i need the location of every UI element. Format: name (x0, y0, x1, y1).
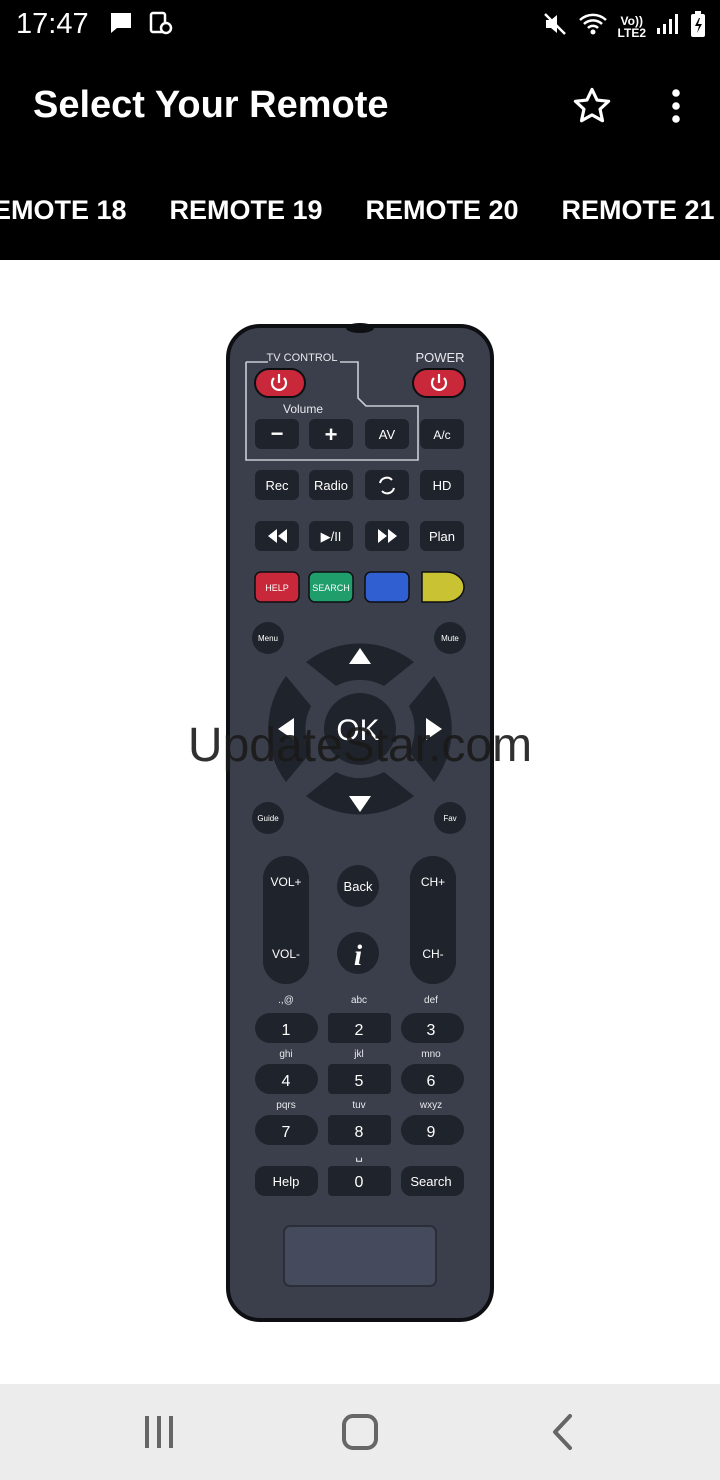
key-9-label: 9 (427, 1124, 436, 1141)
favorite-button[interactable] (568, 82, 616, 130)
remote-view: TV CONTROL POWER Volume − + AV A/c Rec R… (0, 260, 720, 1384)
radio-label: Radio (314, 478, 348, 493)
fav-label: Fav (443, 814, 456, 823)
blue-button[interactable] (364, 571, 410, 603)
help-label: Help (273, 1174, 300, 1189)
key-7-label: 7 (282, 1124, 291, 1141)
ir-sensor (346, 323, 374, 333)
key-8-label: 8 (355, 1124, 364, 1141)
status-time: 17:47 (16, 8, 89, 40)
minus-label: − (271, 421, 284, 446)
watermark-text: UpdateStar.com (187, 719, 533, 772)
ch-minus-label: CH- (422, 947, 443, 961)
menu-label: Menu (258, 634, 278, 643)
navigation-bar (0, 1384, 720, 1480)
volume-label: Volume (283, 402, 323, 416)
back-label: Back (344, 879, 373, 894)
remote-bottom-panel (283, 1225, 437, 1287)
rewind-button[interactable] (255, 521, 299, 551)
tab-remote-19[interactable]: REMOTE 19 (148, 160, 344, 260)
key-0-label: 0 (355, 1174, 364, 1191)
ch-plus-label: CH+ (421, 875, 445, 889)
volte-indicator: Vo)) LTE2 (618, 15, 646, 39)
key-2-label: 2 (355, 1022, 364, 1039)
key-7-letters: pqrs (276, 1100, 295, 1111)
volte-top-label: Vo)) (620, 13, 643, 28)
power-label: POWER (415, 350, 464, 365)
search-label: Search (410, 1174, 451, 1189)
home-button[interactable] (330, 1406, 390, 1458)
fast-forward-button[interactable] (365, 521, 409, 551)
more-vert-icon (672, 89, 680, 123)
volte-bottom-label: LTE2 (617, 25, 646, 40)
status-bar: 17:47 Vo)) LTE2 (0, 0, 720, 50)
mute-label: Mute (441, 634, 459, 643)
more-options-button[interactable] (656, 82, 696, 130)
ac-label: A/c (433, 428, 450, 442)
recents-button[interactable] (129, 1406, 189, 1458)
plan-label: Plan (429, 529, 455, 544)
key-4-letters: ghi (279, 1049, 292, 1060)
back-icon (553, 1414, 572, 1450)
home-icon (342, 1414, 378, 1450)
key-4-label: 4 (282, 1073, 291, 1090)
refresh-button[interactable] (365, 470, 409, 500)
tv-power-button[interactable] (254, 368, 306, 398)
tab-remote-20[interactable]: REMOTE 20 (344, 160, 540, 260)
key-8-letters: tuv (352, 1100, 365, 1111)
plus-label: + (325, 422, 338, 447)
recents-icon (145, 1416, 173, 1448)
yellow-button[interactable] (421, 571, 465, 603)
tab-remote-21[interactable]: REMOTE 21 (540, 160, 720, 260)
key-9-letters: wxyz (419, 1100, 442, 1111)
page-title: Select Your Remote (33, 84, 389, 126)
remote-tabs: REMOTE 18 REMOTE 19 REMOTE 20 REMOTE 21 (0, 160, 720, 260)
screenshot-icon (148, 10, 174, 41)
key-1-label: 1 (282, 1022, 291, 1039)
key-5-letters: jkl (353, 1049, 363, 1060)
star-icon (573, 87, 611, 123)
info-label: i (354, 939, 363, 972)
key-1-letters: .,@ (278, 995, 294, 1006)
vol-minus-label: VOL- (272, 947, 300, 961)
hd-label: HD (433, 478, 452, 493)
battery-charging-icon (690, 10, 706, 43)
tab-remote-18[interactable]: REMOTE 18 (0, 160, 148, 260)
search-green-label: SEARCH (312, 583, 350, 593)
av-label: AV (379, 427, 396, 442)
mute-icon (542, 11, 568, 42)
app-bar: Select Your Remote (0, 50, 720, 160)
remote-image: TV CONTROL POWER Volume − + AV A/c Rec R… (226, 323, 494, 1322)
wifi-icon (578, 11, 608, 42)
space-symbol: ␣ (355, 1148, 363, 1162)
signal-icon (656, 11, 680, 42)
key-3-label: 3 (427, 1022, 436, 1039)
key-3-letters: def (424, 995, 438, 1006)
play-pause-label: ▶/II (321, 529, 342, 544)
vol-plus-label: VOL+ (270, 875, 301, 889)
tv-control-label: TV CONTROL (267, 352, 338, 364)
key-2-letters: abc (351, 995, 367, 1006)
power-button[interactable] (412, 368, 466, 398)
rec-label: Rec (265, 478, 289, 493)
guide-label: Guide (257, 814, 279, 823)
key-5-label: 5 (355, 1073, 364, 1090)
message-icon (108, 10, 134, 41)
help-red-label: HELP (265, 583, 289, 593)
back-nav-button[interactable] (532, 1406, 592, 1458)
key-6-label: 6 (427, 1073, 436, 1090)
key-6-letters: mno (421, 1049, 441, 1060)
